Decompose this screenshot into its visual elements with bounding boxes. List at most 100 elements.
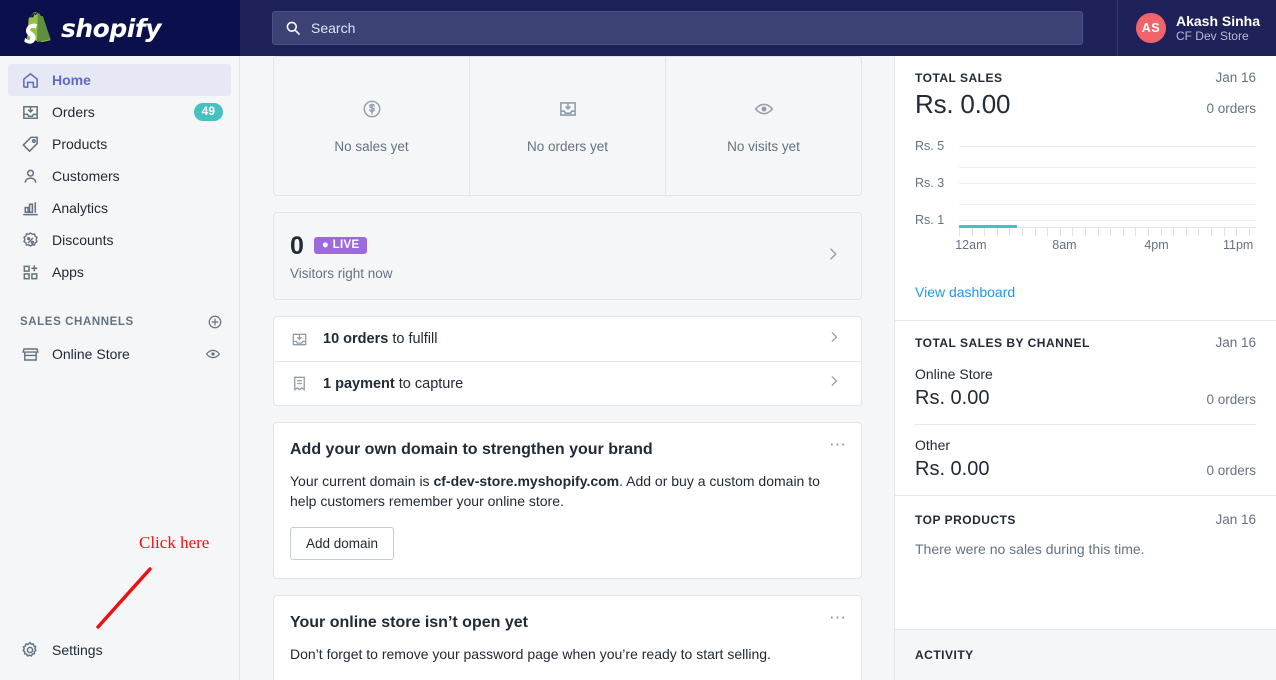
chart-tick <box>1135 228 1137 236</box>
chart-tick <box>1148 228 1149 236</box>
chart-tick <box>1198 228 1200 236</box>
section-title: TOTAL SALES <box>915 71 1003 85</box>
task-orders-to-fulfill[interactable]: 10 orders to fulfill <box>274 317 861 361</box>
eye-icon <box>753 98 775 125</box>
total-sales-amount-row: Rs. 0.00 0 orders <box>915 89 1256 120</box>
visitors-card[interactable]: 0 ● LIVE Visitors right now <box>273 212 862 300</box>
products-tag-icon <box>20 134 40 154</box>
add-domain-button[interactable]: Add domain <box>290 527 395 560</box>
total-sales-header: TOTAL SALES Jan 16 <box>915 70 1256 85</box>
sidebar-item-label: Online Store <box>52 346 130 362</box>
chart-tick <box>1173 228 1175 236</box>
chart-tick <box>1110 228 1112 236</box>
gear-icon <box>20 640 40 660</box>
shopify-admin-home: shopify Search AS Akash Sinha CF Dev Sto… <box>0 0 1276 680</box>
visitors-subtitle: Visitors right now <box>290 265 393 281</box>
sidebar-item-orders[interactable]: Orders 49 <box>8 96 231 128</box>
chart-tick <box>971 228 973 236</box>
search-icon <box>286 21 300 35</box>
user-name: Akash Sinha <box>1175 12 1260 29</box>
sidebar-item-products[interactable]: Products <box>8 128 231 160</box>
chart-tick <box>1047 228 1049 236</box>
chart-tick <box>1059 228 1061 236</box>
metric-visits: No visits yet <box>665 57 861 195</box>
sales-channels-title: SALES CHANNELS <box>20 316 134 328</box>
right-panel: TOTAL SALES Jan 16 Rs. 0.00 0 orders Rs.… <box>894 56 1276 680</box>
sidebar-item-label: Customers <box>52 168 120 184</box>
payment-icon <box>290 374 309 393</box>
chart-tick <box>1072 228 1074 236</box>
search-area: Search <box>240 11 1117 45</box>
sidebar-item-label: Home <box>52 72 91 88</box>
search-input[interactable]: Search <box>272 11 1083 45</box>
top-products-empty-text: There were no sales during this time. <box>915 541 1145 557</box>
chart-tick <box>1122 228 1124 236</box>
channel-row-other: Other Rs. 0.00 0 orders <box>895 425 1276 495</box>
chart-tick <box>1022 228 1023 236</box>
view-dashboard-link[interactable]: View dashboard <box>915 284 1015 300</box>
visitors-info: 0 ● LIVE Visitors right now <box>290 232 825 281</box>
annotation-arrow-icon <box>96 567 152 629</box>
total-sales-amount: Rs. 0.00 <box>915 89 1011 119</box>
ellipsis-icon[interactable]: ⋯ <box>829 609 847 626</box>
store-icon <box>20 344 40 364</box>
user-menu[interactable]: AS Akash Sinha CF Dev Store <box>1116 0 1276 56</box>
discounts-icon <box>20 230 40 250</box>
sidebar-item-online-store[interactable]: Online Store <box>8 338 231 370</box>
task-payment-to-capture[interactable]: 1 payment to capture <box>274 361 861 405</box>
sidebar-item-discounts[interactable]: Discounts <box>8 224 231 256</box>
top-products-section: TOP PRODUCTS Jan 16 There were no sales … <box>895 496 1276 579</box>
sidebar-item-label: Discounts <box>52 232 114 248</box>
tasks-card: 10 orders to fulfill 1 payment to captur… <box>273 316 862 406</box>
sidebar-item-settings[interactable]: Settings <box>0 634 240 666</box>
apps-icon <box>20 262 40 282</box>
chevron-right-icon <box>827 330 841 349</box>
card-body: Your current domain is cf-dev-store.mysh… <box>290 473 820 509</box>
shopify-logo[interactable]: shopify <box>0 0 240 56</box>
chart-tick <box>959 228 960 236</box>
chart-tick <box>996 228 998 236</box>
add-domain-card: ⋯ Add your own domain to strengthen your… <box>273 422 862 579</box>
online-store-closed-card: ⋯ Your online store isn’t open yet Don’t… <box>273 595 862 680</box>
sidebar-item-customers[interactable]: Customers <box>8 160 231 192</box>
avatar: AS <box>1135 13 1166 43</box>
dollar-circle-icon <box>361 98 383 125</box>
section-date: Jan 16 <box>1215 70 1256 85</box>
card-body: Don’t forget to remove your password pag… <box>290 646 771 662</box>
sidebar-item-apps[interactable]: Apps <box>8 256 231 288</box>
orders-count-badge: 49 <box>193 103 223 121</box>
y-tick-label: Rs. 3 <box>915 176 945 190</box>
card-title: Your online store isn’t open yet <box>290 614 528 631</box>
chart-tick <box>1185 228 1187 236</box>
chart-tick <box>1085 228 1086 236</box>
sales-by-channel-header: TOTAL SALES BY CHANNEL Jan 16 <box>915 335 1256 350</box>
ellipsis-icon[interactable]: ⋯ <box>829 436 847 453</box>
eye-icon[interactable] <box>203 344 223 364</box>
chart-tick <box>984 228 986 236</box>
sidebar-item-label: Products <box>52 136 108 152</box>
section-title: TOP PRODUCTS <box>915 513 1016 527</box>
total-sales-orders: 0 orders <box>1206 101 1256 116</box>
chart-tick <box>1223 228 1225 236</box>
chart-data-line <box>959 225 1017 228</box>
sidebar-item-label: Analytics <box>52 200 109 216</box>
channel-amount: Rs. 0.00 <box>915 458 990 480</box>
sidebar-item-label: Apps <box>52 264 84 280</box>
task-label: 10 orders to fulfill <box>323 331 438 347</box>
chart-tick <box>1236 228 1238 236</box>
x-tick-label: 4pm <box>1144 238 1169 252</box>
sidebar-item-analytics[interactable]: Analytics <box>8 192 231 224</box>
channel-values: Rs. 0.00 0 orders <box>915 458 1256 481</box>
plus-circle-icon[interactable] <box>207 314 223 330</box>
chevron-right-icon <box>827 374 841 393</box>
orders-icon <box>20 102 40 122</box>
sidebar-item-label: Settings <box>52 642 103 658</box>
visitors-count-row: 0 ● LIVE <box>290 232 825 260</box>
sidebar-item-label: Orders <box>52 104 95 120</box>
shopify-bag-icon <box>24 12 51 44</box>
metrics-card: No sales yet No orders yet No visits yet <box>273 56 862 196</box>
sidebar-item-home[interactable]: Home <box>8 64 231 96</box>
channel-amount: Rs. 0.00 <box>915 387 990 409</box>
activity-title: ACTIVITY <box>915 648 974 662</box>
card-title: Add your own domain to strengthen your b… <box>290 441 653 458</box>
